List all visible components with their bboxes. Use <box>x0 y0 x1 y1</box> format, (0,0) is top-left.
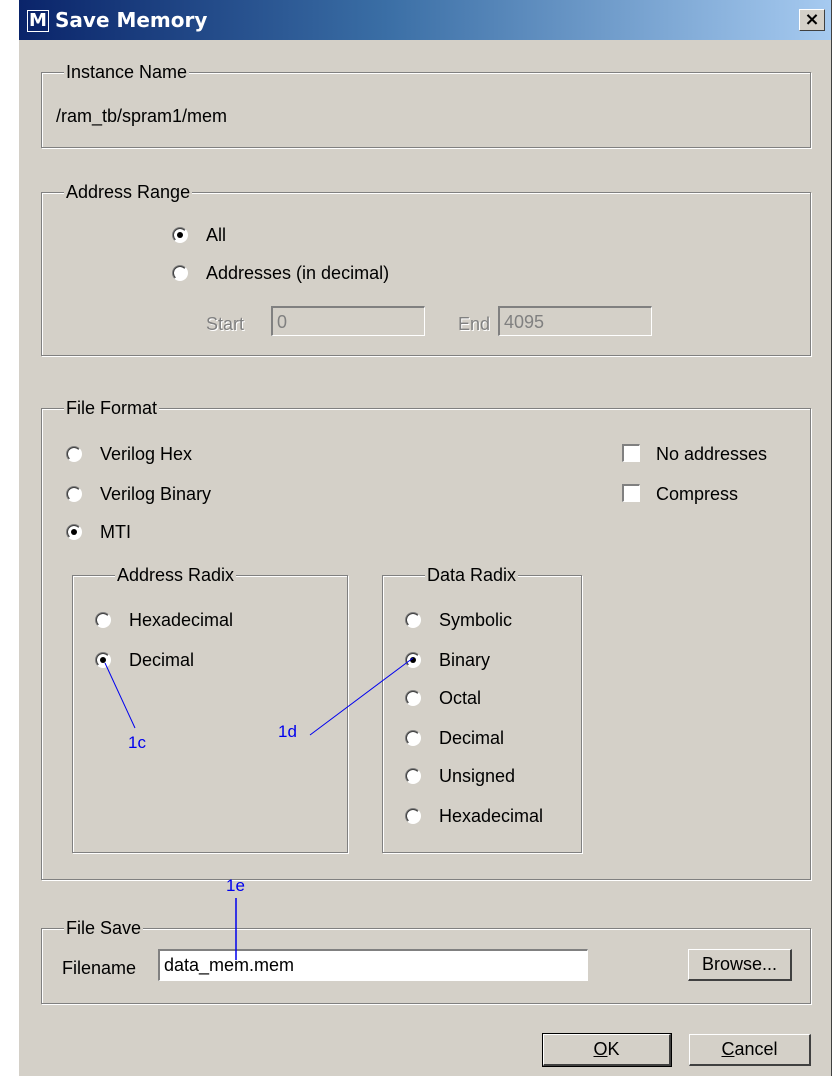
save-memory-dialog: M Save Memory × Instance Name /ram_tb/sp… <box>18 0 832 1076</box>
data-hexadecimal-radio[interactable] <box>405 808 421 824</box>
title-bar[interactable]: M Save Memory × <box>19 0 831 40</box>
address-range-legend: Address Range <box>64 181 193 203</box>
verilog-binary-radio[interactable] <box>66 486 82 502</box>
data-radix-legend: Data Radix <box>425 564 519 586</box>
filename-label: Filename <box>62 958 137 978</box>
compress-checkbox[interactable] <box>622 484 640 502</box>
file-save-group: File Save Filename data_mem.mem Browse..… <box>41 917 811 1004</box>
address-decimal-radio[interactable] <box>95 652 111 668</box>
no-addresses-label[interactable]: No addresses <box>656 443 767 465</box>
annotation-1c: 1c <box>128 733 146 752</box>
verilog-hex-radio[interactable] <box>66 446 82 462</box>
instance-name-group: Instance Name /ram_tb/spram1/mem <box>41 61 811 148</box>
address-hex-label[interactable]: Hexadecimal <box>129 609 233 631</box>
close-button[interactable]: × <box>799 9 825 31</box>
end-address-field[interactable]: 4095 <box>498 306 652 336</box>
address-hex-radio[interactable] <box>95 612 111 628</box>
file-format-legend: File Format <box>64 397 160 419</box>
ok-button[interactable]: OK <box>542 1033 672 1067</box>
start-label: Start <box>206 314 245 334</box>
data-decimal-label[interactable]: Decimal <box>439 727 504 749</box>
modelsim-m-icon: M <box>27 10 49 32</box>
address-all-radio[interactable] <box>172 227 188 243</box>
annotation-1d: 1d <box>278 722 297 741</box>
annotation-1e: 1e <box>226 876 245 895</box>
file-save-legend: File Save <box>64 917 144 939</box>
compress-label[interactable]: Compress <box>656 483 738 505</box>
data-octal-label[interactable]: Octal <box>439 687 481 709</box>
cancel-button[interactable]: Cancel <box>689 1034 811 1066</box>
address-range-group: Address Range All Addresses (in decimal)… <box>41 181 811 356</box>
file-format-group: File Format Verilog Hex Verilog Binary M… <box>41 397 811 880</box>
mti-label[interactable]: MTI <box>100 521 131 543</box>
data-unsigned-radio[interactable] <box>405 768 421 784</box>
end-label: End <box>458 314 491 334</box>
address-range-radio[interactable] <box>172 265 188 281</box>
no-addresses-checkbox[interactable] <box>622 444 640 462</box>
data-binary-radio[interactable] <box>405 652 421 668</box>
data-octal-radio[interactable] <box>405 690 421 706</box>
instance-name-value: /ram_tb/spram1/mem <box>56 106 228 126</box>
data-symbolic-radio[interactable] <box>405 612 421 628</box>
address-radix-legend: Address Radix <box>115 564 237 586</box>
address-radix-group: Address Radix Hexadecimal Decimal <box>72 564 348 853</box>
instance-name-legend: Instance Name <box>64 61 190 83</box>
filename-field[interactable]: data_mem.mem <box>158 949 588 981</box>
data-decimal-radio[interactable] <box>405 730 421 746</box>
start-address-field[interactable]: 0 <box>271 306 425 336</box>
data-binary-label[interactable]: Binary <box>439 649 490 671</box>
address-all-label[interactable]: All <box>206 224 226 246</box>
data-hexadecimal-label[interactable]: Hexadecimal <box>439 805 543 827</box>
address-decimal-label[interactable]: Decimal <box>129 649 194 671</box>
data-unsigned-label[interactable]: Unsigned <box>439 765 515 787</box>
data-radix-group: Data Radix Symbolic Binary Octal Decimal… <box>382 564 582 853</box>
verilog-binary-label[interactable]: Verilog Binary <box>100 483 211 505</box>
data-symbolic-label[interactable]: Symbolic <box>439 609 512 631</box>
mti-radio[interactable] <box>66 524 82 540</box>
address-range-label[interactable]: Addresses (in decimal) <box>206 262 389 284</box>
verilog-hex-label[interactable]: Verilog Hex <box>100 443 192 465</box>
browse-button[interactable]: Browse... <box>688 949 792 981</box>
window-title: Save Memory <box>55 8 208 32</box>
